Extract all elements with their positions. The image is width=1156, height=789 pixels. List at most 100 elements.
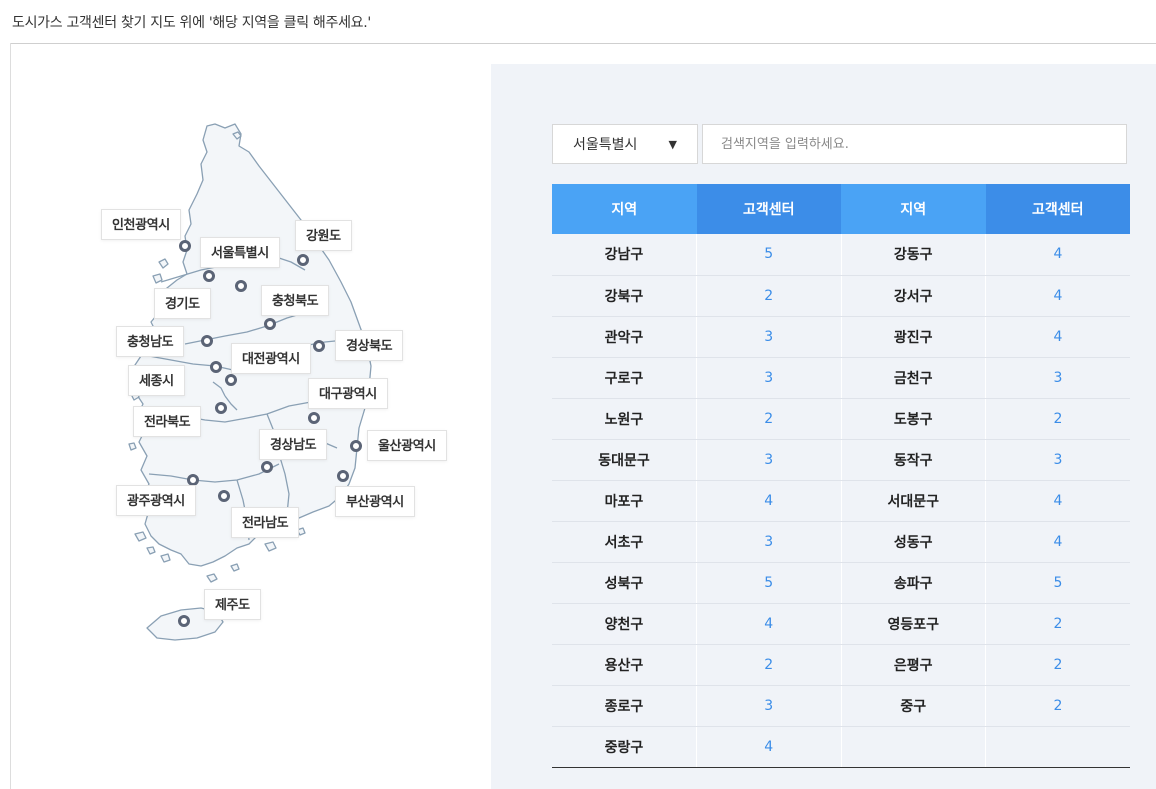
pin-jeonnam[interactable] bbox=[218, 490, 230, 502]
region-label-jeonnam[interactable]: 전라남도 bbox=[231, 507, 300, 538]
pin-daejeon[interactable] bbox=[210, 361, 222, 373]
district-name: 광진구 bbox=[840, 316, 986, 358]
district-name: 양천구 bbox=[552, 603, 697, 645]
pin-ulsan[interactable] bbox=[350, 440, 362, 452]
center-count[interactable]: 3 bbox=[696, 316, 841, 358]
center-count[interactable]: 4 bbox=[696, 603, 841, 645]
district-name bbox=[840, 726, 986, 768]
table-row: 서초구 3 성동구 4 bbox=[552, 521, 1130, 563]
center-count[interactable]: 5 bbox=[696, 234, 841, 276]
pin-chungbuk[interactable] bbox=[264, 318, 276, 330]
district-name: 관악구 bbox=[552, 316, 697, 358]
region-label-daegu[interactable]: 대구광역시 bbox=[308, 378, 388, 409]
region-label-gwangju[interactable]: 광주광역시 bbox=[116, 485, 196, 516]
center-count[interactable]: 5 bbox=[696, 562, 841, 604]
center-count[interactable]: 2 bbox=[985, 685, 1130, 727]
table-body: 강남구 5 강동구 4 강북구 2 강서구 4 관악구 3 광진구 4 구로구 3 금천구 3 노원구 2 도봉구 2… bbox=[552, 234, 1130, 768]
center-count[interactable]: 2 bbox=[696, 644, 841, 686]
region-label-sejong[interactable]: 세종시 bbox=[128, 365, 185, 396]
table-row: 강남구 5 강동구 4 bbox=[552, 234, 1130, 276]
center-count[interactable]: 2 bbox=[985, 644, 1130, 686]
district-name: 도봉구 bbox=[840, 398, 986, 440]
center-count[interactable]: 3 bbox=[985, 357, 1130, 399]
pin-chungnam[interactable] bbox=[201, 335, 213, 347]
pin-daegu[interactable] bbox=[308, 412, 320, 424]
district-name: 강남구 bbox=[552, 234, 697, 276]
center-count[interactable]: 3 bbox=[696, 521, 841, 563]
center-count[interactable]: 3 bbox=[696, 357, 841, 399]
region-select[interactable]: 서울특별시 ▼ bbox=[552, 124, 698, 164]
center-count[interactable]: 4 bbox=[985, 480, 1130, 522]
district-name: 서초구 bbox=[552, 521, 697, 563]
page-instruction: 도시가스 고객센터 찾기 지도 위에 '해당 지역을 클릭 해주세요.' bbox=[12, 15, 371, 31]
column-header-region-2: 지역 bbox=[841, 184, 986, 234]
region-label-gangwon[interactable]: 강원도 bbox=[295, 220, 352, 251]
korea-map: 인천광역시 서울특별시 강원도 경기도 충청북도 충청남도 대전광역시 경상북도… bbox=[11, 44, 491, 789]
district-name: 용산구 bbox=[552, 644, 697, 686]
center-count[interactable]: 3 bbox=[985, 439, 1130, 481]
pin-gangwon[interactable] bbox=[297, 254, 309, 266]
center-count[interactable]: 4 bbox=[985, 521, 1130, 563]
pin-gyeonggi[interactable] bbox=[235, 280, 247, 292]
korea-map-outline bbox=[128, 123, 372, 641]
center-count[interactable]: 4 bbox=[985, 316, 1130, 358]
pin-sejong[interactable] bbox=[225, 374, 237, 386]
table-row: 마포구 4 서대문구 4 bbox=[552, 480, 1130, 522]
center-count[interactable]: 3 bbox=[696, 439, 841, 481]
region-label-chungbuk[interactable]: 충청북도 bbox=[261, 285, 330, 316]
region-label-jeonbuk[interactable]: 전라북도 bbox=[133, 406, 202, 437]
district-name: 노원구 bbox=[552, 398, 697, 440]
table-row: 용산구 2 은평구 2 bbox=[552, 644, 1130, 686]
column-header-region: 지역 bbox=[552, 184, 697, 234]
table-header-row: 지역 고객센터 지역 고객센터 bbox=[552, 184, 1130, 234]
table-row: 성북구 5 송파구 5 bbox=[552, 562, 1130, 604]
pin-incheon[interactable] bbox=[179, 240, 191, 252]
district-name: 동작구 bbox=[840, 439, 986, 481]
district-name: 강북구 bbox=[552, 275, 697, 317]
pin-gyeongnam[interactable] bbox=[261, 461, 273, 473]
center-count[interactable]: 2 bbox=[985, 603, 1130, 645]
district-name: 강서구 bbox=[840, 275, 986, 317]
region-label-ulsan[interactable]: 울산광역시 bbox=[367, 430, 447, 461]
region-label-gyeongnam[interactable]: 경상남도 bbox=[259, 429, 328, 460]
region-label-busan[interactable]: 부산광역시 bbox=[335, 486, 415, 517]
pin-jeonbuk[interactable] bbox=[215, 402, 227, 414]
pin-jeju[interactable] bbox=[178, 615, 190, 627]
table-row: 양천구 4 영등포구 2 bbox=[552, 603, 1130, 645]
region-label-incheon[interactable]: 인천광역시 bbox=[101, 209, 181, 240]
district-name: 종로구 bbox=[552, 685, 697, 727]
center-count[interactable]: 3 bbox=[696, 685, 841, 727]
table-row: 강북구 2 강서구 4 bbox=[552, 275, 1130, 317]
center-count[interactable]: 2 bbox=[696, 398, 841, 440]
center-count bbox=[985, 726, 1130, 768]
table-row: 종로구 3 중구 2 bbox=[552, 685, 1130, 727]
results-panel: 서울특별시 ▼ 지역 고객센터 지역 고객센터 강남구5강동구4강북구2강서구4… bbox=[491, 64, 1156, 789]
district-name: 성북구 bbox=[552, 562, 697, 604]
district-name: 강동구 bbox=[840, 234, 986, 276]
center-count[interactable]: 4 bbox=[696, 480, 841, 522]
center-count[interactable]: 2 bbox=[696, 275, 841, 317]
district-name: 동대문구 bbox=[552, 439, 697, 481]
region-label-seoul[interactable]: 서울특별시 bbox=[200, 237, 280, 268]
center-count[interactable]: 4 bbox=[985, 275, 1130, 317]
region-label-gyeonggi[interactable]: 경기도 bbox=[154, 288, 211, 319]
table-row: 구로구 3 금천구 3 bbox=[552, 357, 1130, 399]
region-label-chungnam[interactable]: 충청남도 bbox=[116, 326, 185, 357]
center-count[interactable]: 2 bbox=[985, 398, 1130, 440]
center-count[interactable]: 5 bbox=[985, 562, 1130, 604]
table-row: 관악구 3 광진구 4 bbox=[552, 316, 1130, 358]
center-count[interactable]: 4 bbox=[985, 234, 1130, 276]
pin-gyeongbuk[interactable] bbox=[313, 340, 325, 352]
region-select-value: 서울특별시 bbox=[573, 137, 638, 153]
district-name: 성동구 bbox=[840, 521, 986, 563]
pin-seoul[interactable] bbox=[203, 270, 215, 282]
search-input[interactable] bbox=[702, 124, 1127, 164]
region-label-jeju[interactable]: 제주도 bbox=[204, 589, 261, 620]
region-label-daejeon[interactable]: 대전광역시 bbox=[231, 343, 311, 374]
region-label-gyeongbuk[interactable]: 경상북도 bbox=[335, 330, 404, 361]
district-name: 서대문구 bbox=[840, 480, 986, 522]
table-row: 중랑구 4 bbox=[552, 726, 1130, 768]
district-name: 중구 bbox=[840, 685, 986, 727]
center-count[interactable]: 4 bbox=[696, 726, 841, 768]
pin-busan[interactable] bbox=[337, 470, 349, 482]
